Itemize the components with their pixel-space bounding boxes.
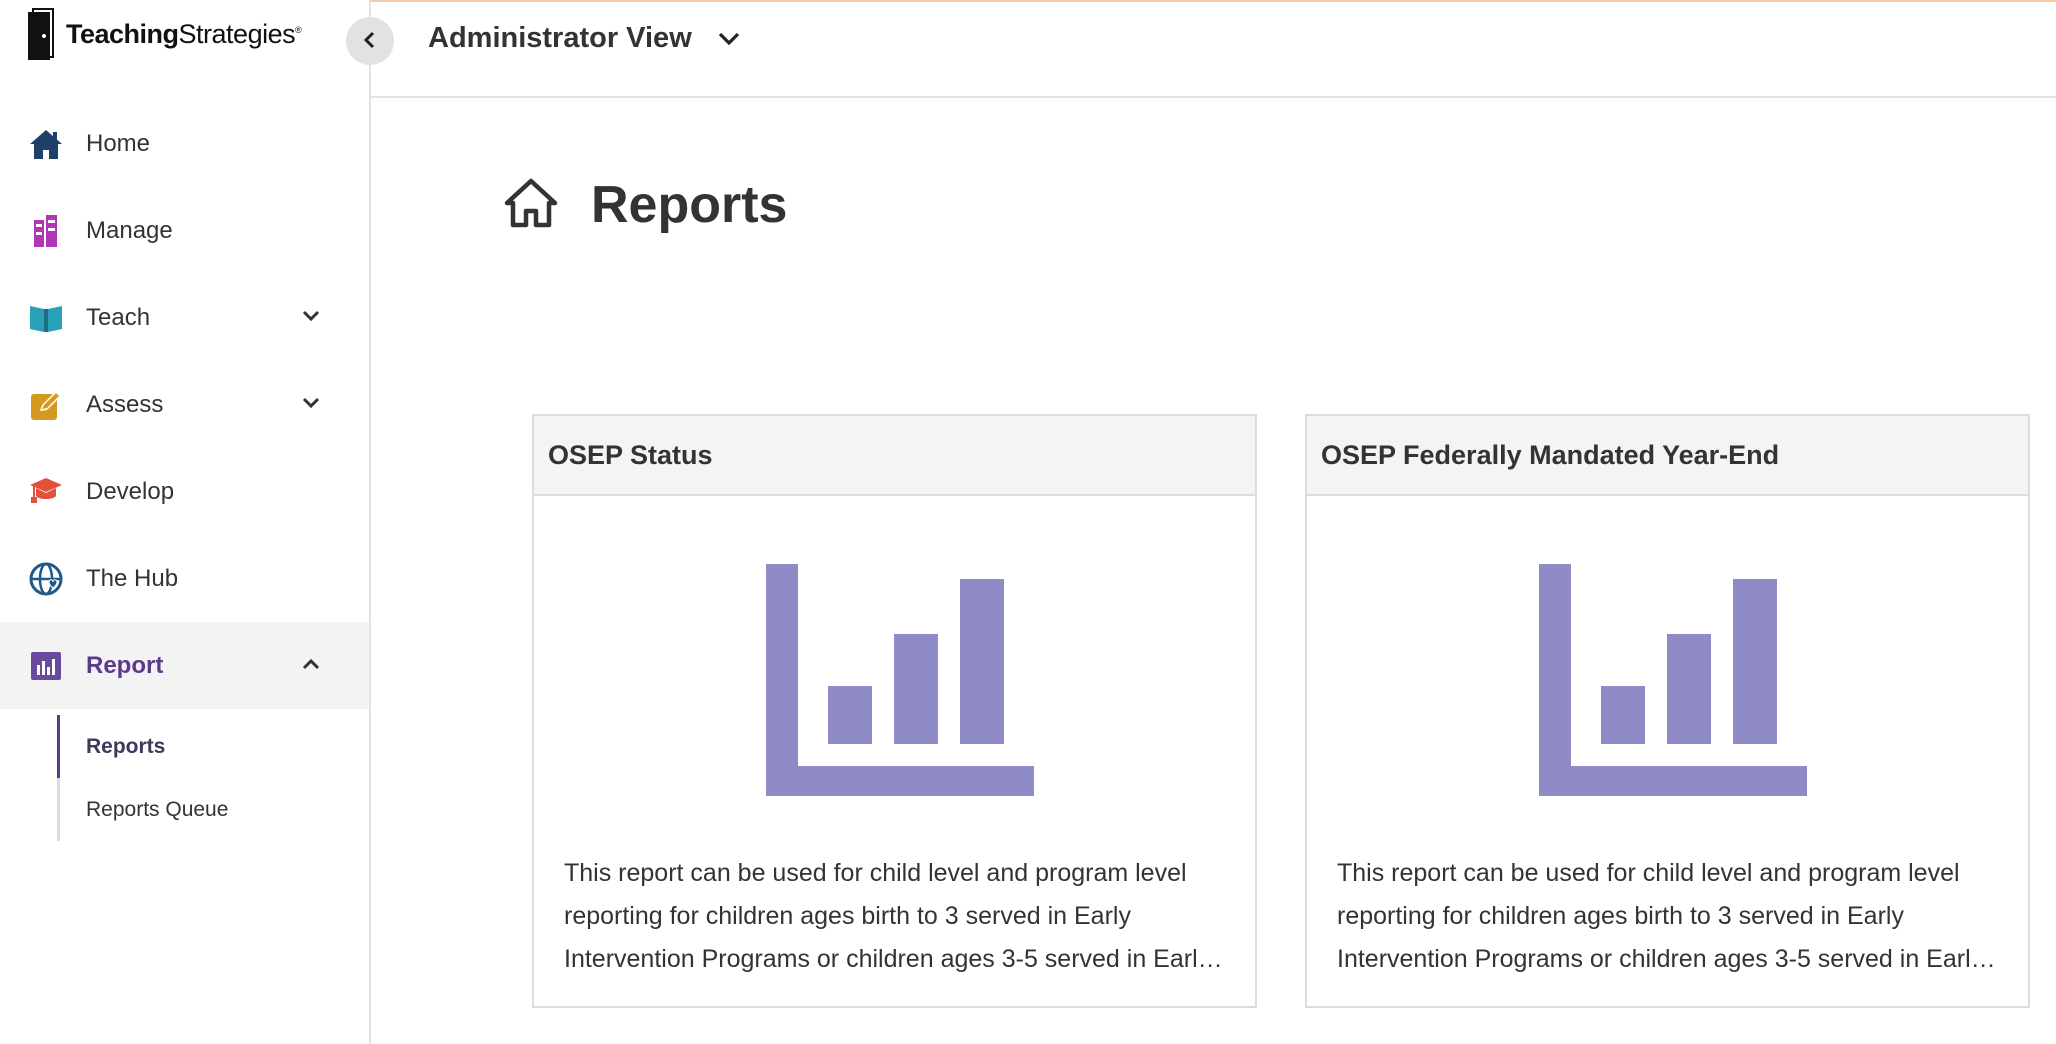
graduation-cap-icon [28,474,64,510]
sidebar-item-label: Report [86,651,164,679]
report-chart-icon [28,648,64,684]
chevron-down-icon[interactable] [297,389,325,417]
report-card-title[interactable]: OSEP Status [534,416,1255,496]
manage-icon [28,213,64,249]
report-card-osep-year-end[interactable]: OSEP Federally Mandated Year-End This re… [1305,414,2030,1008]
sidebar-item-label: Develop [86,477,175,505]
home-icon [28,126,64,162]
bar-chart-icon [1535,564,1807,796]
sidebar: TeachingStrategies® Home Manage Teach As… [0,0,371,1044]
report-subnav: Reports Reports Queue [57,715,369,841]
subnav-item-reports[interactable]: Reports [57,715,369,778]
sidebar-item-manage[interactable]: Manage [0,187,369,274]
sidebar-item-develop[interactable]: Develop [0,448,369,535]
chevron-down-icon [714,24,744,54]
chevron-up-icon[interactable] [297,650,325,678]
view-switcher-label: Administrator View [428,22,692,54]
sidebar-item-home[interactable]: Home [0,100,369,187]
page-title-area: Reports [503,175,787,235]
sidebar-item-label: Teach [86,303,151,331]
door-logo-icon [26,8,58,60]
brand-logo[interactable]: TeachingStrategies® [26,8,302,60]
home-outline-icon [503,177,559,234]
sidebar-nav: Home Manage Teach Assess Develop The Hub… [0,100,369,841]
assess-pencil-icon [28,387,64,423]
view-switcher[interactable]: Administrator View [428,22,744,55]
bar-chart-icon [762,564,1034,796]
sidebar-item-label: The Hub [86,564,179,592]
subnav-item-reports-queue[interactable]: Reports Queue [57,778,369,841]
page-title: Reports [591,176,788,234]
collapse-sidebar-button[interactable] [346,17,394,65]
chevron-down-icon[interactable] [297,302,325,330]
sidebar-item-teach[interactable]: Teach [0,274,369,361]
brand-name: TeachingStrategies® [66,18,302,49]
globe-icon [28,561,64,597]
top-header: Administrator View [371,0,2056,98]
report-card-title[interactable]: OSEP Federally Mandated Year-End [1307,416,2028,496]
report-card-description: This report can be used for child level … [564,859,1211,973]
sidebar-item-label: Home [86,129,151,157]
report-card-osep-status[interactable]: OSEP Status This report can be used for … [532,414,1257,1008]
sidebar-item-report[interactable]: Report [0,622,369,709]
sidebar-item-the-hub[interactable]: The Hub [0,535,369,622]
report-card-description: This report can be used for child level … [1337,859,1984,973]
chevron-left-icon [359,29,381,54]
sidebar-item-label: Assess [86,390,164,418]
sidebar-item-assess[interactable]: Assess [0,361,369,448]
sidebar-item-label: Manage [86,216,173,244]
book-icon [28,300,64,336]
